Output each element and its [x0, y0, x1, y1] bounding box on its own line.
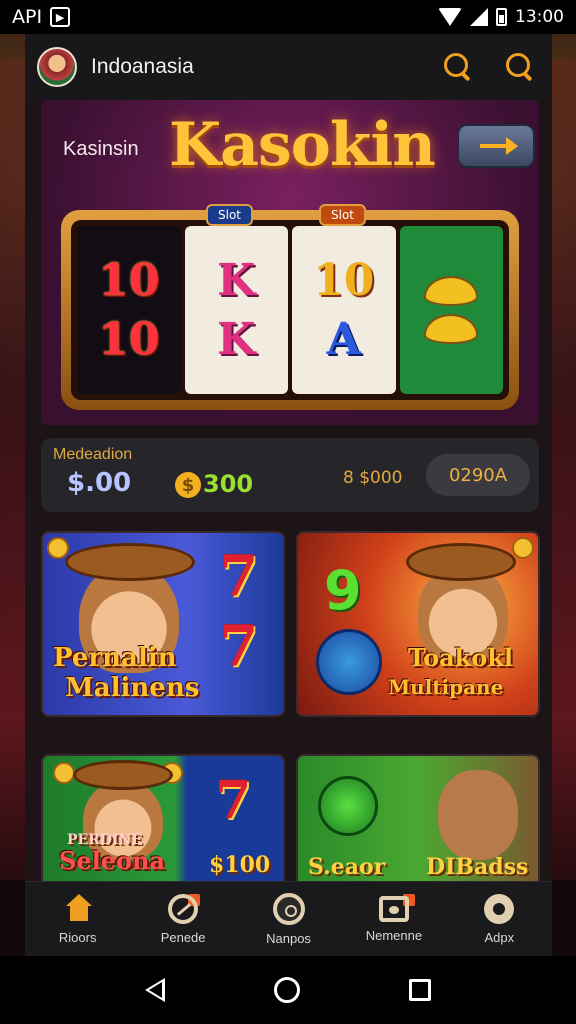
reel-badge-left: Slot: [206, 204, 253, 226]
tab-settings[interactable]: Adpx: [447, 882, 552, 956]
tab-sports[interactable]: Penede: [130, 882, 235, 956]
slot-reel: 10 10: [77, 226, 181, 394]
status-time: 13:00: [515, 7, 564, 27]
game-title: DIBadss: [426, 854, 529, 880]
coin-balance: 300: [203, 470, 254, 498]
coin-icon: [47, 537, 69, 559]
home-icon: [62, 893, 94, 924]
nine-symbol: 9: [324, 559, 362, 622]
game-card[interactable]: 9 Toakokl Multipane: [296, 531, 540, 717]
app-container: Indoanasia Kasinsin Kasokin Slot Slot 10…: [25, 34, 552, 956]
balance-pill-button[interactable]: 0290A: [426, 454, 530, 496]
balance-label: Medeadion: [53, 446, 133, 463]
message-icon: [378, 895, 409, 922]
seven-symbol: 7: [219, 543, 258, 609]
home-circle-icon[interactable]: [273, 977, 300, 1003]
balance-bar: Medeadion $.00 $ 300 8 $000 0290A: [41, 438, 539, 512]
tab-casino[interactable]: Nanpos: [236, 882, 341, 956]
slot-reel: [399, 226, 503, 394]
mouse-character: [438, 770, 518, 860]
sports-ball-icon: [168, 893, 199, 924]
slot-machine[interactable]: Slot Slot 10 10 K K 10 A: [61, 204, 519, 410]
game-card[interactable]: 7 7 Pernalin Malinens: [41, 531, 285, 717]
balance-secondary: 8 $000: [343, 468, 403, 488]
status-bar: API ▶ 13:00: [0, 0, 576, 34]
hero-banner[interactable]: Kasinsin Kasokin Slot Slot 10 10 K K 10 …: [41, 100, 539, 425]
reel-symbol: K: [217, 255, 256, 306]
arrow-right-icon: [480, 137, 518, 155]
game-title: Toakokl: [408, 643, 514, 672]
hero-title: Kasokin: [169, 110, 436, 180]
tab-messages[interactable]: Nemenne: [341, 882, 446, 956]
header-title: Indoanasia: [91, 55, 194, 78]
slot-reel: K K: [184, 226, 288, 394]
gear-icon: [484, 893, 515, 924]
hero-next-button[interactable]: [457, 124, 535, 168]
seven-symbol: 7: [219, 613, 258, 679]
reel-badge-right: Slot: [319, 204, 366, 226]
game-title: Multipane: [388, 675, 504, 699]
coin-icon: [53, 762, 75, 784]
coin-icon: $: [175, 472, 201, 498]
back-icon[interactable]: [144, 978, 165, 1002]
cowboy-hat: [73, 760, 173, 790]
bottom-tab-bar: Rioors Penede Nanpos Nemenne Adpx: [25, 881, 552, 956]
coin-icon: [512, 537, 534, 559]
game-title: Malinens: [65, 673, 200, 703]
reel-symbol: 10: [98, 314, 160, 365]
tab-home[interactable]: Rioors: [25, 882, 130, 956]
lemon-icon: [424, 314, 479, 344]
balance-amount: $.00: [67, 468, 132, 498]
cowboy-hat: [406, 543, 516, 581]
game-title: Seleona: [59, 846, 165, 875]
reel-symbol: K: [217, 314, 256, 365]
reel-symbol: 10: [98, 255, 160, 306]
status-label: API: [12, 6, 43, 28]
cowboy-hat: [65, 543, 195, 581]
signal-icon: [470, 8, 488, 26]
green-chip-icon: [318, 776, 378, 836]
recent-apps-icon[interactable]: [409, 979, 432, 1001]
avatar[interactable]: [37, 47, 77, 87]
ball-icon: [316, 629, 382, 695]
app-header: Indoanasia: [25, 34, 552, 100]
search-icon-secondary[interactable]: [504, 51, 536, 83]
tab-label: Nanpos: [266, 930, 311, 946]
notification-icon: ▶: [50, 7, 71, 27]
reel-symbol: 10: [313, 255, 375, 306]
wifi-icon: [438, 8, 462, 26]
game-title: Pernalin: [53, 643, 177, 673]
system-nav-bar: [0, 956, 576, 1024]
tab-label: Nemenne: [365, 927, 423, 943]
hero-subtitle: Kasinsin: [63, 138, 139, 160]
game-price: $100: [209, 852, 271, 878]
search-icon[interactable]: [442, 51, 474, 83]
tab-label: Rioors: [58, 929, 97, 945]
game-title: S.eaor: [308, 854, 386, 880]
tab-label: Adpx: [484, 929, 515, 945]
game-card[interactable]: PERDINE Seleona 7 $100: [41, 754, 285, 888]
seven-symbol: 7: [215, 770, 252, 831]
game-card[interactable]: S.eaor DIBadss: [296, 754, 540, 888]
casino-chip-icon: [272, 892, 305, 925]
battery-icon: [496, 8, 507, 26]
banana-icon: [424, 276, 479, 306]
tab-label: Penede: [160, 929, 206, 945]
slot-reel: 10 A: [292, 226, 396, 394]
reel-symbol: A: [326, 314, 361, 365]
